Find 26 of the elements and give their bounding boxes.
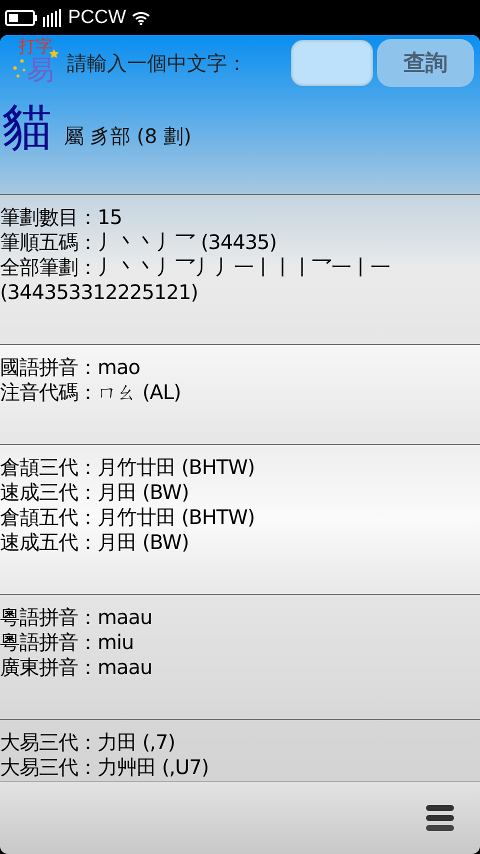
info-line: 筆順五碼：丿丶丶丿乛 (34435) [0, 230, 278, 255]
info-line: 廣東拼音：maau [0, 655, 154, 680]
info-line: 國語拼音：mao [0, 355, 141, 380]
info-line: 粵語拼音：maau [0, 605, 154, 630]
info-line: 粵語拼音：miu [0, 630, 135, 655]
app-logo: 打字 易 [10, 39, 62, 95]
menu-icon[interactable] [426, 805, 454, 831]
info-line: 倉頡三代：月竹廿田 (BHTW) [0, 455, 256, 480]
battery-icon [5, 10, 37, 26]
info-line: 大易三代：力田 (,7) [0, 730, 176, 755]
info-line: 全部筆劃：丿丶丶丿乛丿丿一丨丨丨乛一丨一 [0, 255, 391, 280]
info-line: 速成五代：月田 (BW) [0, 530, 190, 555]
info-line: 注音代碼：ㄇㄠ (AL) [0, 380, 182, 405]
info-line: 倉頡五代：月竹廿田 (BHTW) [0, 505, 256, 530]
info-line: 速成三代：月田 (BW) [0, 480, 190, 505]
result-character: 貓 [2, 100, 52, 154]
character-input[interactable] [291, 40, 374, 86]
carrier-name: PCCW [68, 6, 126, 28]
signal-icon [43, 8, 62, 26]
search-button[interactable]: 查詢 [377, 39, 474, 87]
info-line: 筆劃數目：15 [0, 205, 123, 230]
wifi-icon [132, 10, 150, 24]
info-line: 大易三代：力艸田 (,U7) [0, 755, 210, 780]
radical-info: 屬 豸部 (8 劃) [64, 123, 192, 150]
prompt-label: 請輸入一個中文字： [67, 50, 248, 76]
info-line: (344353312225121) [0, 280, 199, 305]
